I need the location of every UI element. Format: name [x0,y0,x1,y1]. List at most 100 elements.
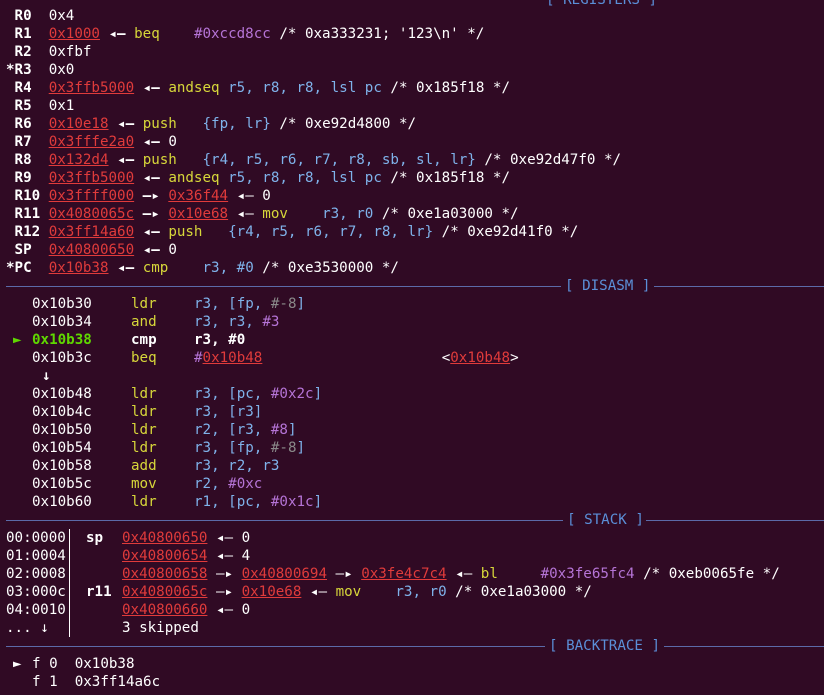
instruction-mnemonic: cmp [131,332,157,348]
register-value-link[interactable]: 0x3ffb5000 [49,80,134,96]
address-link[interactable]: 0x36f44 [168,188,228,204]
tail-text: #-8 [270,440,297,456]
disasm-row: 0x10b5c [32,475,92,493]
register-value-link[interactable]: 0x40800650 [49,242,134,258]
registers-header: [ REGISTERS ] [6,0,824,18]
arrow-icon: ◂— [134,170,169,186]
disasm-row: 0x10b3c [32,349,92,367]
disasm-row: 0x10b58 [32,457,92,475]
arrow-icon: —▸ [134,206,169,222]
register-value-link[interactable]: 0x1000 [49,26,100,42]
register-row: R11 0x4080065c —▸ 0x10e68 ◂— mov r3, r0 … [6,205,519,223]
tail-text: /* 0xe92d4800 */ [270,116,417,132]
register-value-link[interactable]: 0x132d4 [49,152,109,168]
address-link[interactable]: 0x10e68 [168,206,228,222]
tail-text: r3, [194,332,229,348]
mnemonic: mov [335,584,362,600]
stack-address-link[interactable]: 0x40800658 [122,566,207,582]
instruction-mnemonic: ldr [131,404,157,420]
tail-text: ◂— 4 [207,548,251,564]
register-row: *PC 0x10b38 ◂— cmp r3, #0 /* 0xe3530000 … [6,259,399,277]
stack-address-link[interactable]: 0x40800660 [122,602,207,618]
tail-text: r2, [194,476,229,492]
instruction-mnemonic: ldr [131,440,157,456]
address-link[interactable]: 0x10b48 [203,350,263,366]
instruction-address: 0x10b5c [32,476,92,492]
tail-text: ◂— 0 [207,602,251,618]
register-value-link[interactable]: 0x3fffe2a0 [49,134,134,150]
tail-text: #3 [262,314,280,330]
instruction-mnemonic: ldr [131,296,157,312]
skipped-indicator: ... ↓ [6,620,49,636]
register-name: R7 [6,134,49,150]
frame-number: f 1 [32,674,58,690]
tail-text: ◂— 0 [228,188,271,204]
address-link[interactable]: 0x40800694 [242,566,327,582]
register-value-link[interactable]: 0x3ffff000 [49,188,134,204]
tail-text: ◂— [228,206,263,222]
tail-text: /* 0x185f18 */ [381,80,510,96]
frame-address: 0x3ff14a6c [74,674,161,690]
register-value: 0x4 [48,8,75,24]
tail-text [177,116,203,132]
stack-offset-text: 02:0008 [6,566,66,582]
disasm-row: 0x10b30 [32,295,92,313]
stack-address-link[interactable]: 0x40800650 [122,530,207,546]
register-name: R6 [6,116,49,132]
tail-text: —▸ [207,584,242,600]
skipped-text: 3 skipped [122,620,199,636]
register-value-link[interactable]: 0x3ff14a60 [49,224,134,240]
disasm-mnemonic-cell: ldr [131,403,157,421]
register-value-link[interactable]: 0x10e18 [49,116,109,132]
tail-text: r1, [pc, [194,494,271,510]
stack-offset-text: 04:0010 [6,602,66,618]
tail-text: r3, r0 [395,584,447,600]
register-value-link[interactable]: 0x10b38 [49,260,109,276]
stack-row: 0x40800650 ◂— 0 [122,529,250,547]
register-name: R2 [6,44,49,60]
stack-skipped-text: 3 skipped [122,619,199,637]
disasm-operands-cell: #0x10b48 <0x10b48> [194,349,519,367]
tail-text [288,206,322,222]
instruction-address: 0x10b54 [32,440,92,456]
tail-text: r2, [r3, [194,422,271,438]
register-name: R11 [6,206,49,222]
disasm-operands-cell: r3, [pc, #0x2c] [194,385,322,403]
frame-number: f 0 [32,656,58,672]
disasm-row: 0x10b38 [32,331,92,349]
mnemonic: andseq [168,80,220,96]
tail-text: ◂— [446,566,481,582]
register-value-link[interactable]: 0x4080065c [49,206,134,222]
stack-address-link[interactable]: 0x4080065c [122,584,207,600]
stack-header: [ STACK ] [6,511,824,529]
tail-text [361,584,395,600]
instruction-mnemonic: add [131,458,157,474]
tail-text: #0xc [228,476,263,492]
address-link[interactable]: 0x3fe4c7c4 [361,566,446,582]
mnemonic: bl [480,566,498,582]
address-link[interactable]: 0x10e68 [242,584,302,600]
tail-text: {r4, r5, r6, r7, r8, lr} [228,224,434,240]
address-link[interactable]: 0x10b48 [450,350,510,366]
tail-text: r3, [fp, [194,296,271,312]
stack-row: 0x40800658 —▸ 0x40800694 —▸ 0x3fe4c7c4 ◂… [122,565,780,583]
tail-text: > [510,350,519,366]
backtrace-marker: ► [13,655,22,673]
disasm-operands-cell: r3, [fp, #-8] [194,295,305,313]
arrow-icon: —▸ [134,188,169,204]
instruction-mnemonic: ldr [131,494,157,510]
disasm-row: 0x10b4c [32,403,92,421]
arrow-icon: ◂— [134,134,169,150]
tail-text [220,170,229,186]
register-row: *R3 0x0 [6,61,74,79]
tail-text: # [194,350,203,366]
tail-text: #0x3fe65fc4 [540,566,635,582]
register-row: R12 0x3ff14a60 ◂— push {r4, r5, r6, r7, … [6,223,579,241]
stack-address-link[interactable]: 0x40800654 [122,548,207,564]
disasm-row: 0x10b50 [32,421,92,439]
disasm-operands-cell: r1, [pc, #0x1c] [194,493,322,511]
disasm-operands-cell: r3, #0 [194,331,245,349]
disasm-mnemonic-cell: ldr [131,295,157,313]
register-name: R4 [6,80,49,96]
register-value-link[interactable]: 0x3ffb5000 [49,170,134,186]
